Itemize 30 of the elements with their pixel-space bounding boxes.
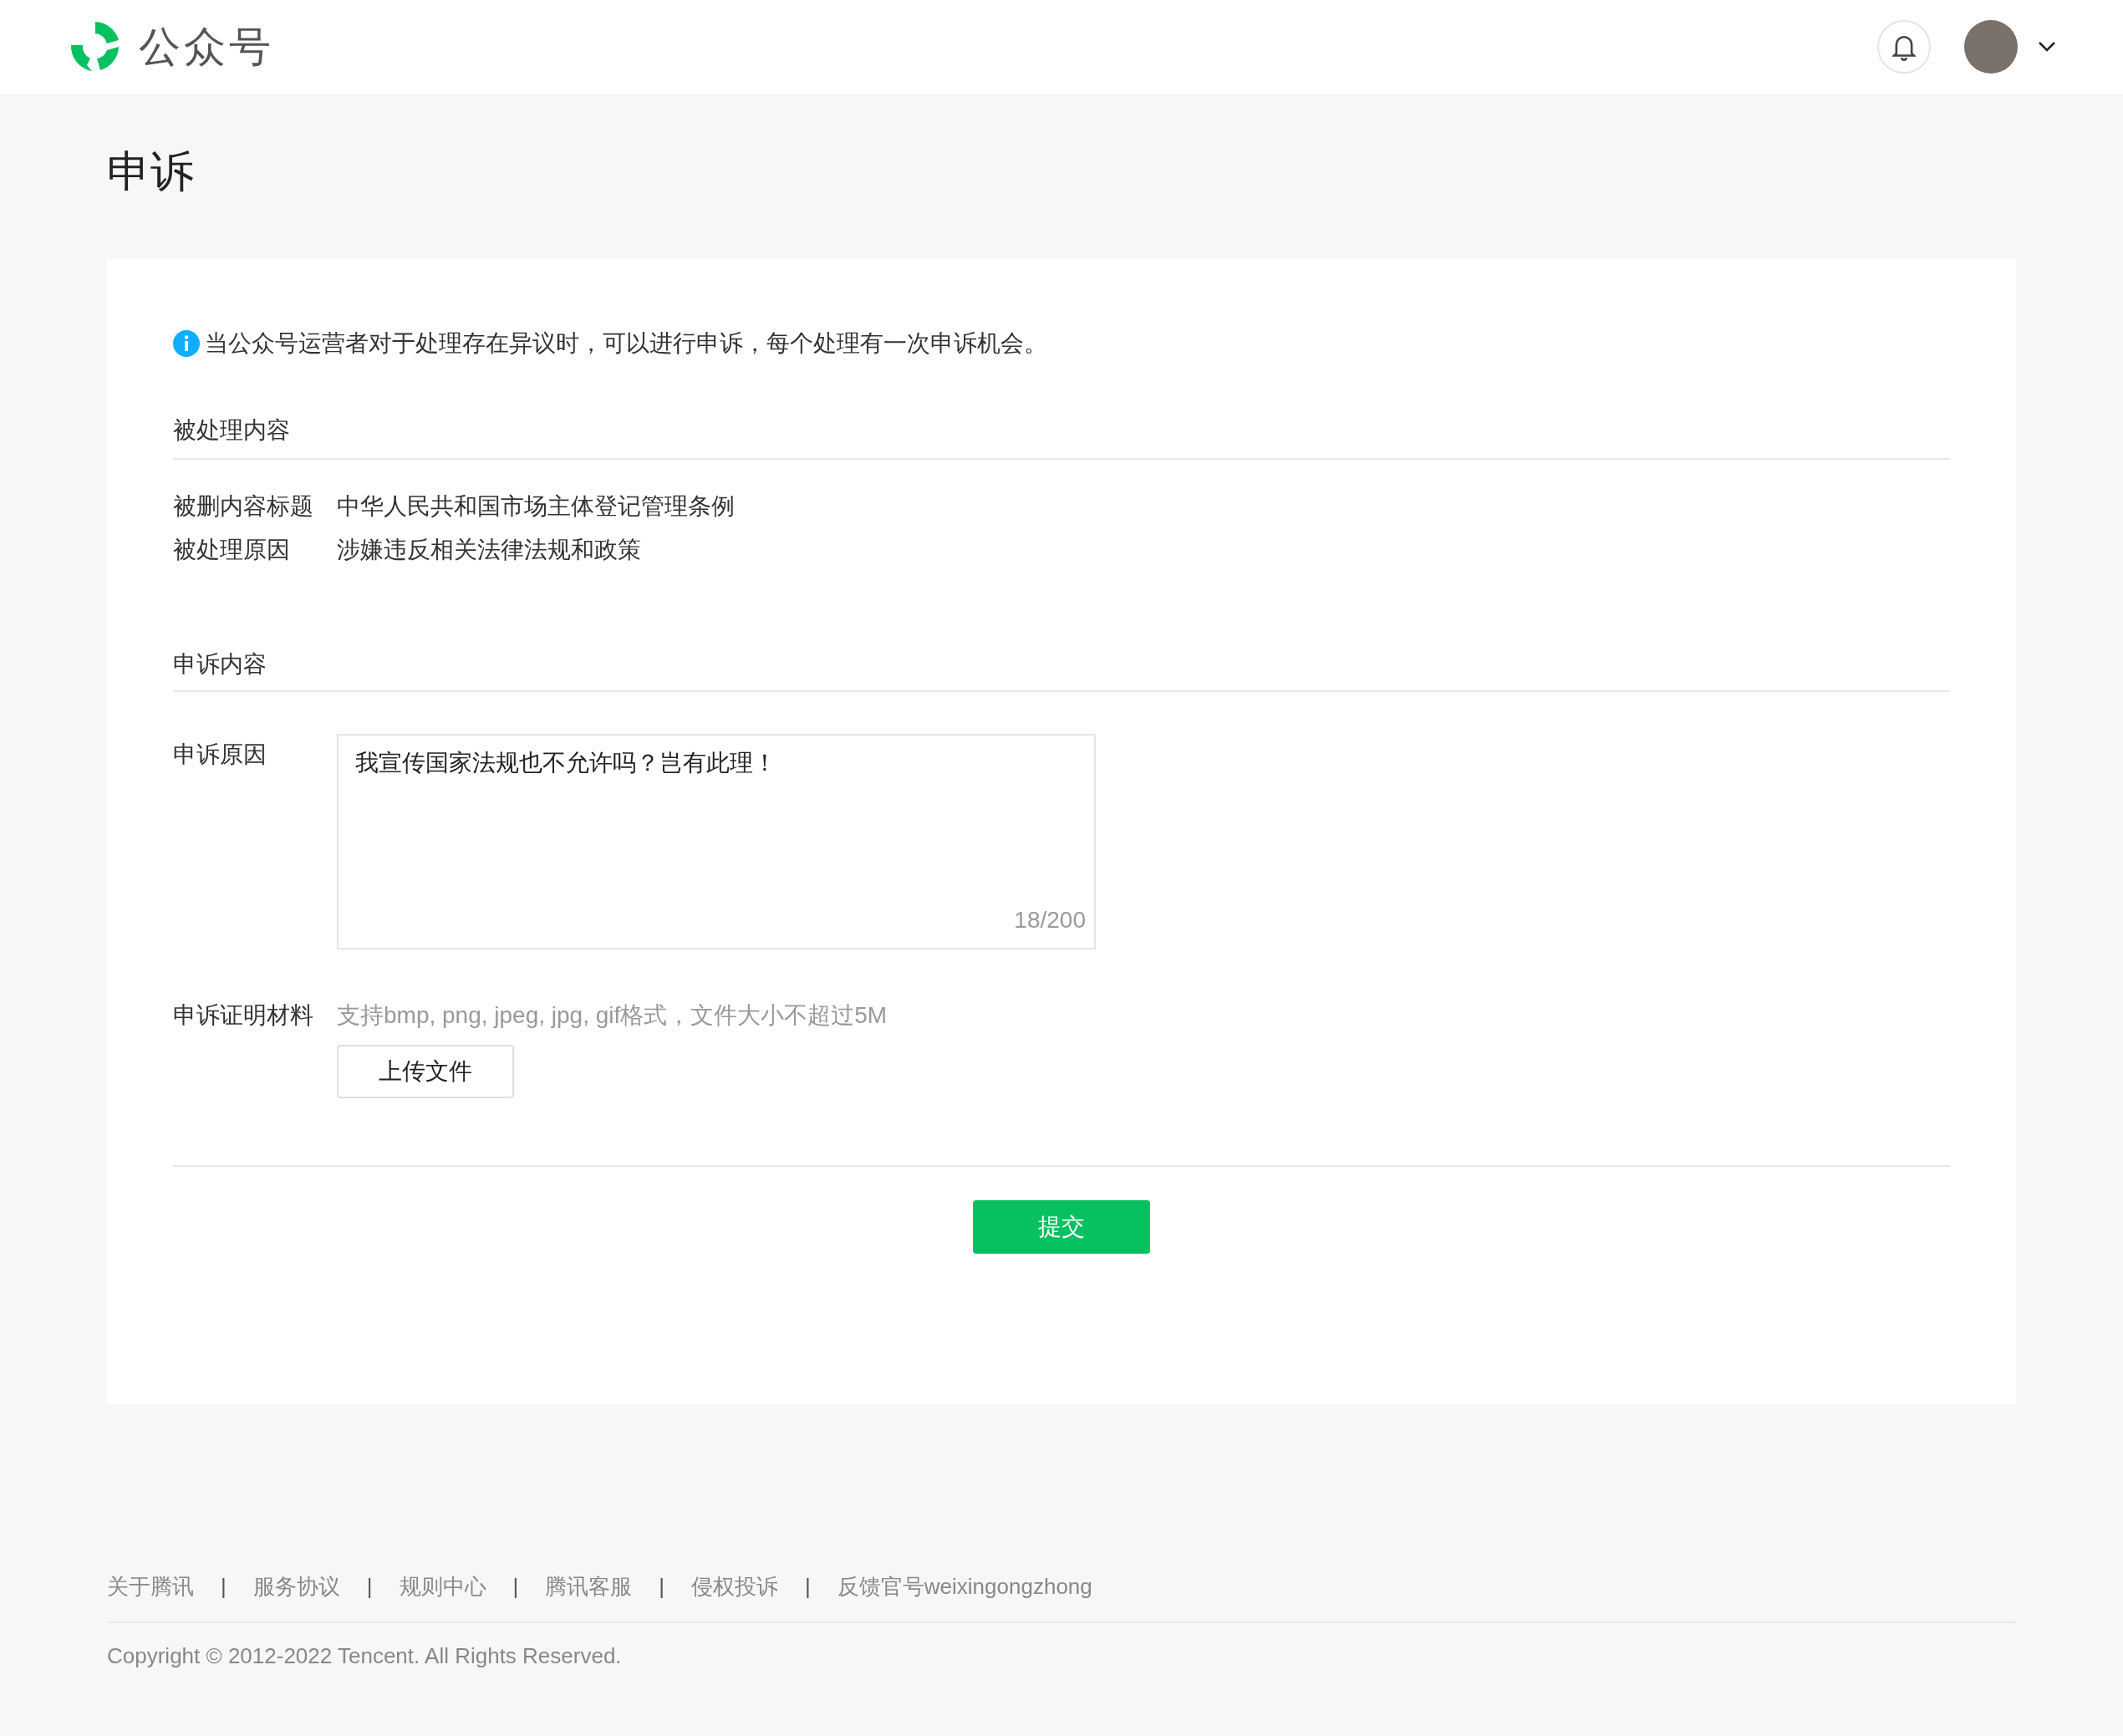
upload-hint: 支持bmp, png, jpeg, jpg, gif格式，文件大小不超过5M [337,1001,888,1031]
footer-separator: | [512,1573,520,1601]
section-title: 申诉内容 [173,651,267,678]
footer-separator: | [365,1573,374,1601]
field-label: 申诉证明材料 [173,1001,314,1031]
info-icon [173,330,200,358]
field-value: 中华人民共和国市场主体登记管理条例 [337,492,735,522]
footer-link[interactable]: 规则中心 [399,1571,486,1603]
footer-link[interactable]: 反馈官号weixingongzhong [837,1571,1092,1603]
field-label: 申诉原因 [173,741,267,770]
character-counter: 18/200 [1014,906,1086,935]
footer-link[interactable]: 服务协议 [252,1571,340,1603]
footer-link[interactable]: 侵权投诉 [691,1571,779,1603]
chevron-down-icon[interactable] [2038,41,2056,53]
field-label: 被处理原因 [173,536,291,565]
footer-link[interactable]: 腾讯客服 [545,1571,633,1603]
footer-separator: | [804,1573,812,1601]
notification-bell-icon[interactable] [1877,20,1931,74]
footer-separator: | [658,1573,666,1601]
upload-file-button[interactable]: 上传文件 [337,1045,514,1099]
brand-name: 公众号 [139,22,274,72]
field-label: 被删内容标题 [173,492,314,522]
page-title: 申诉 [107,146,194,197]
footer-link[interactable]: 关于腾讯 [107,1571,194,1603]
copyright-text: Copyright © 2012-2022 Tencent. All Rights Reserved. [107,1642,623,1670]
section-title: 被处理内容 [173,417,290,444]
footer-separator: | [220,1573,227,1601]
submit-button[interactable]: 提交 [973,1200,1150,1255]
field-value: 涉嫌违反相关法律法规和政策 [337,536,641,565]
notice-text: 当公众号运营者对于处理存在异议时，可以进行申诉，每个处理有一次申诉机会。 [205,329,1047,359]
